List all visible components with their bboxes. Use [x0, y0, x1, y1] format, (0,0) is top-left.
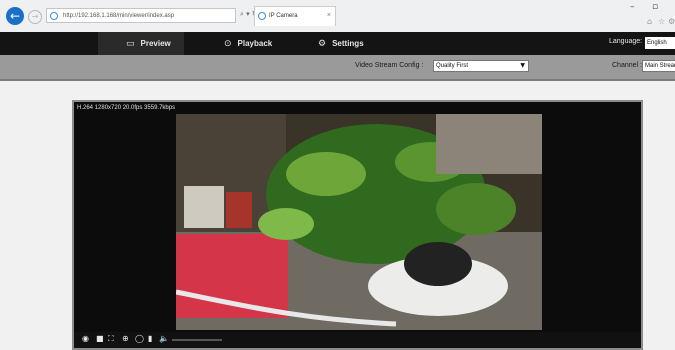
video-stream-info: H.264 1280x720 20.0fps 3559.7kbps	[77, 105, 176, 111]
zoom-icon[interactable]: ⊕	[122, 334, 129, 343]
tools-gear-icon[interactable]: ⚙	[668, 17, 675, 26]
audio-talk-icon[interactable]: ◯	[135, 334, 144, 343]
nav-item-label: Settings	[332, 39, 364, 48]
record-icon[interactable]: ◉	[82, 334, 89, 343]
language-select[interactable]: English	[645, 37, 675, 49]
video-stream-config-select[interactable]: Quality First ▼	[433, 60, 529, 72]
volume-slider[interactable]	[172, 339, 222, 341]
favorites-icon[interactable]: ☆	[658, 17, 665, 26]
boxes	[184, 186, 224, 228]
red-box-small	[226, 192, 252, 228]
home-icon[interactable]: ⌂	[647, 17, 652, 26]
plant-leaf-d	[258, 208, 314, 240]
address-url: http://192.168.1.168/min/viewer/index.as…	[63, 13, 175, 19]
window-light	[436, 114, 542, 174]
speaker-icon[interactable]: 🔈	[159, 334, 169, 343]
chevron-down-icon: ▼	[520, 62, 525, 69]
snapshot-icon[interactable]: ■	[96, 334, 104, 343]
playback-icon: ⊙	[224, 39, 232, 49]
stream-toolbar	[0, 55, 675, 81]
nav-item-label: Preview	[140, 39, 171, 48]
plant-leaf-a	[286, 152, 366, 196]
video-stream-config-label: Video Stream Config :	[355, 62, 424, 69]
maximize-button[interactable]: ▫	[652, 2, 658, 12]
mic-icon[interactable]: ▮	[148, 334, 152, 343]
address-bar[interactable]: http://192.168.1.168/min/viewer/index.as…	[46, 8, 236, 23]
minimize-button[interactable]: –	[630, 2, 635, 12]
nav-item-label: Playback	[237, 39, 273, 48]
plant-leaf-c	[436, 183, 516, 235]
live-video-feed	[176, 114, 542, 330]
browser-tab[interactable]: IP Camera ×	[254, 6, 336, 26]
ie-page-icon	[50, 12, 58, 20]
channel-select[interactable]: Main Stream	[642, 60, 675, 72]
settings-icon: ⚙	[318, 39, 327, 49]
video-stream-config-value: Quality First	[436, 63, 469, 69]
nav-item-playback[interactable]: ⊙ Playback	[224, 32, 272, 55]
channel-label: Channel :	[612, 62, 642, 69]
dome-camera-dome	[404, 242, 472, 286]
player-controls: ◉ ■ ⛶ ⊕ ◯ ▮ 🔈	[74, 332, 641, 348]
monitor-icon: ▭	[126, 39, 135, 49]
tab-ie-icon	[258, 12, 266, 20]
nav-item-preview[interactable]: ▭ Preview	[126, 32, 171, 55]
browser-forward-button[interactable]: →	[28, 10, 42, 24]
tab-title: IP Camera	[269, 13, 298, 19]
nav-item-settings[interactable]: ⚙ Settings	[318, 32, 364, 55]
browser-back-button[interactable]: ←	[6, 7, 24, 25]
tab-close-icon[interactable]: ×	[327, 7, 331, 25]
fullscreen-icon[interactable]: ⛶	[108, 334, 114, 344]
language-label: Language:	[609, 38, 643, 45]
video-player[interactable]: H.264 1280x720 20.0fps 3559.7kbps ◉ ■ ⛶ …	[72, 100, 643, 350]
